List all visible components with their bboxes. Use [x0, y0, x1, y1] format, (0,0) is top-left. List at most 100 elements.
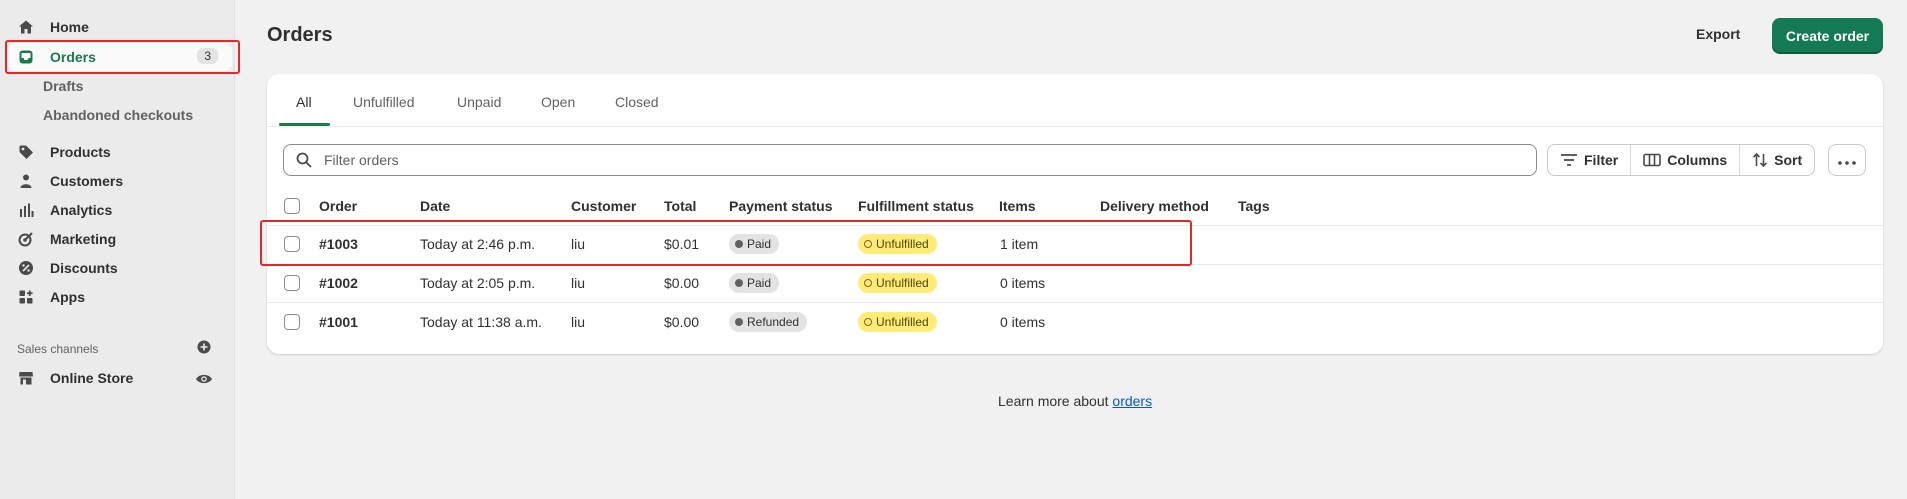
sidebar-item-products[interactable]: Products	[8, 138, 232, 166]
row-checkbox[interactable]	[284, 236, 300, 252]
order-items[interactable]: 1 item	[1000, 236, 1038, 252]
order-customer: liu	[571, 314, 586, 330]
payment-status-badge: Paid	[729, 273, 780, 293]
payment-status-badge: Refunded	[729, 312, 808, 332]
page-title: Orders	[267, 24, 333, 46]
order-date: Today at 2:46 p.m.	[420, 236, 536, 252]
sidebar-item-label: Marketing	[50, 231, 117, 247]
header-divider	[267, 225, 1883, 226]
sidebar-item-analytics[interactable]: Analytics	[8, 196, 232, 224]
status-ring-icon	[864, 240, 872, 248]
sidebar-item-label: Customers	[50, 173, 124, 189]
order-customer: liu	[571, 275, 586, 291]
column-header-delivery-method[interactable]: Delivery method	[1100, 198, 1209, 214]
order-number[interactable]: #1002	[319, 275, 358, 291]
order-items[interactable]: 0 items	[1000, 314, 1045, 330]
order-total: $0.00	[664, 275, 700, 291]
sidebar-item-label: Orders	[50, 49, 96, 65]
order-items[interactable]: 0 items	[1000, 275, 1045, 291]
columns-label: Columns	[1667, 152, 1728, 168]
filter-button[interactable]: Filter	[1548, 145, 1632, 175]
orders-card: All Unfulfilled Unpaid Open Closed Filte…	[267, 74, 1883, 354]
column-header-payment-status[interactable]: Payment status	[729, 198, 832, 214]
learn-more-prefix: Learn more about	[998, 393, 1113, 409]
tag-icon	[16, 142, 36, 162]
sidebar-item-label: Home	[50, 19, 89, 35]
tab-unpaid[interactable]: Unpaid	[457, 94, 501, 110]
order-total: $0.00	[664, 314, 700, 330]
sidebar-item-apps[interactable]: Apps	[8, 283, 232, 311]
table-controls: Filter Columns Sort	[1547, 144, 1816, 176]
row-checkbox[interactable]	[284, 314, 300, 330]
column-header-tags[interactable]: Tags	[1238, 198, 1270, 214]
select-all-checkbox[interactable]	[284, 198, 300, 214]
search-icon	[296, 152, 312, 168]
sidebar-item-orders[interactable]: Orders 3	[8, 43, 232, 71]
eye-icon[interactable]	[195, 372, 213, 389]
sort-icon	[1752, 152, 1768, 168]
order-number[interactable]: #1001	[319, 314, 358, 330]
sort-label: Sort	[1774, 152, 1803, 168]
ellipsis-icon	[1838, 152, 1856, 168]
filter-orders-search[interactable]	[283, 144, 1537, 176]
inbox-icon	[16, 47, 36, 67]
payment-status-badge: Paid	[729, 234, 780, 254]
fulfillment-status-badge: Unfulfilled	[858, 312, 937, 332]
status-dot-icon	[735, 279, 743, 287]
sidebar-item-label: Apps	[50, 289, 85, 305]
sidebar-item-marketing[interactable]: Marketing	[8, 225, 232, 253]
row-checkbox[interactable]	[284, 275, 300, 291]
tab-open[interactable]: Open	[541, 94, 575, 110]
payment-status-label: Refunded	[747, 315, 800, 329]
sidebar-item-label: Analytics	[50, 202, 113, 218]
order-number[interactable]: #1003	[319, 236, 358, 252]
fulfillment-status-label: Unfulfilled	[876, 315, 929, 329]
sidebar-item-discounts[interactable]: Discounts	[8, 254, 232, 282]
status-ring-icon	[864, 279, 872, 287]
add-circle-icon[interactable]	[197, 340, 211, 357]
target-icon	[16, 229, 36, 249]
columns-icon	[1643, 153, 1662, 167]
filter-icon	[1560, 153, 1578, 167]
column-header-date[interactable]: Date	[420, 198, 450, 214]
filter-label: Filter	[1584, 152, 1619, 168]
sales-channels-heading: Sales channels	[17, 342, 99, 356]
status-dot-icon	[735, 240, 743, 248]
row-divider	[267, 264, 1883, 265]
tabs-divider	[267, 126, 1883, 127]
sidebar-item-home[interactable]: Home	[8, 13, 232, 41]
tab-all[interactable]: All	[296, 94, 312, 110]
bar-chart-icon	[16, 200, 36, 220]
columns-button[interactable]: Columns	[1631, 145, 1741, 175]
sidebar-item-label: Discounts	[50, 260, 118, 276]
tab-closed[interactable]: Closed	[615, 94, 659, 110]
search-input[interactable]	[322, 151, 1536, 169]
sidebar-item-label: Products	[50, 144, 111, 160]
more-actions-button[interactable]	[1828, 144, 1866, 176]
sidebar-subitem-abandoned-checkouts[interactable]: Abandoned checkouts	[43, 107, 193, 123]
export-button[interactable]: Export	[1696, 26, 1740, 42]
column-header-order[interactable]: Order	[319, 198, 357, 214]
create-order-button[interactable]: Create order	[1772, 18, 1883, 54]
sort-button[interactable]: Sort	[1740, 145, 1814, 175]
orders-help-link[interactable]: orders	[1112, 393, 1152, 409]
order-total: $0.01	[664, 236, 700, 252]
row-divider	[267, 302, 1883, 303]
store-icon	[16, 368, 36, 388]
payment-status-label: Paid	[747, 276, 772, 290]
sidebar-item-customers[interactable]: Customers	[8, 167, 232, 195]
fulfillment-status-badge: Unfulfilled	[858, 234, 937, 254]
column-header-fulfillment-status[interactable]: Fulfillment status	[858, 198, 974, 214]
column-header-total[interactable]: Total	[664, 198, 696, 214]
fulfillment-status-badge: Unfulfilled	[858, 273, 937, 293]
orders-count-badge: 3	[197, 48, 218, 64]
column-header-items[interactable]: Items	[999, 198, 1036, 214]
fulfillment-status-label: Unfulfilled	[876, 237, 929, 251]
person-icon	[16, 171, 36, 191]
sidebar-subitem-drafts[interactable]: Drafts	[43, 78, 83, 94]
tab-unfulfilled[interactable]: Unfulfilled	[353, 94, 414, 110]
home-icon	[16, 17, 36, 37]
order-date: Today at 11:38 a.m.	[420, 314, 542, 330]
column-header-customer[interactable]: Customer	[571, 198, 636, 214]
payment-status-label: Paid	[747, 237, 772, 251]
